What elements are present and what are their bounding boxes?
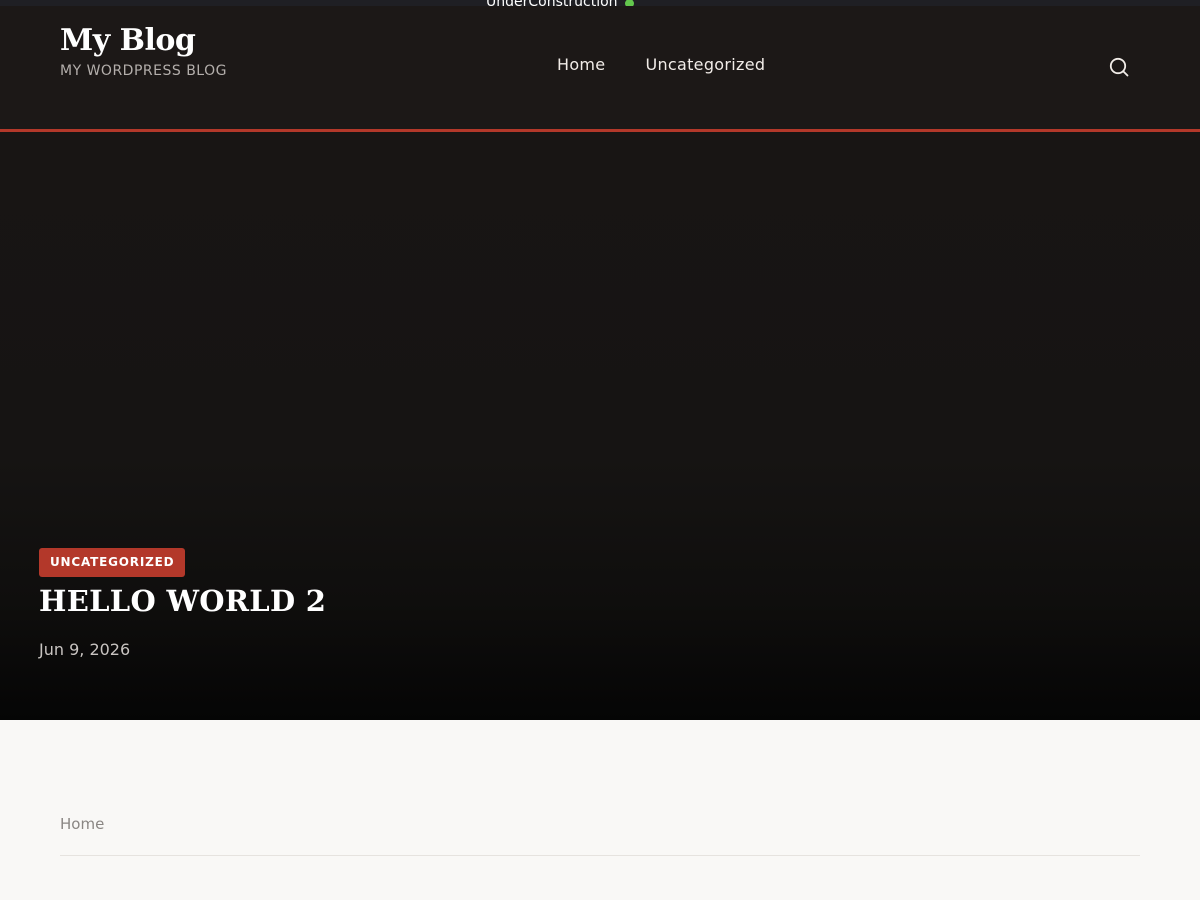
search-icon — [1109, 57, 1129, 77]
content-area: Home — [0, 720, 1200, 900]
post-title[interactable]: HELLO WORLD 2 — [39, 584, 326, 618]
primary-nav: Home Uncategorized — [557, 55, 765, 74]
featured-post-hero: UNCATEGORIZED HELLO WORLD 2 Jun 9, 2026 — [0, 132, 1200, 720]
post-date: Jun 9, 2026 — [39, 640, 131, 659]
site-title[interactable]: My Blog — [60, 23, 196, 59]
nav-item-uncategorized[interactable]: Uncategorized — [645, 55, 765, 74]
site-header: My Blog MY WORDPRESS BLOG Home Uncategor… — [0, 6, 1200, 129]
site-tagline: MY WORDPRESS BLOG — [60, 63, 227, 79]
search-button[interactable] — [1107, 55, 1131, 79]
category-badge[interactable]: UNCATEGORIZED — [39, 548, 186, 577]
breadcrumb-home[interactable]: Home — [60, 815, 104, 833]
breadcrumb-divider — [60, 855, 1140, 856]
nav-item-home[interactable]: Home — [557, 55, 605, 74]
